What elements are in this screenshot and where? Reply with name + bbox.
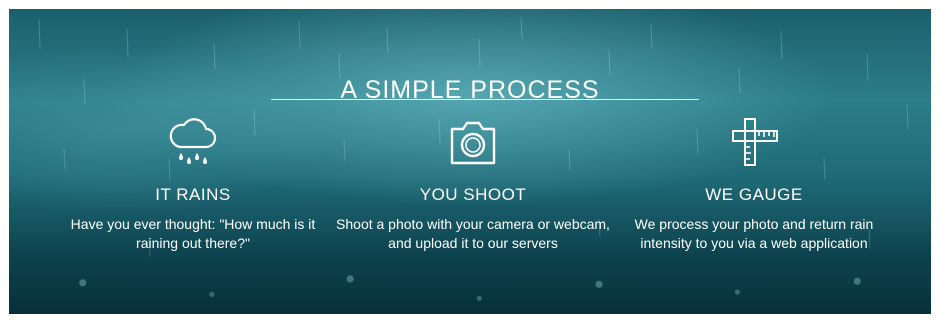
step-description: Have you ever thought: "How much is it r… — [70, 216, 316, 251]
cloud-rain-icon — [169, 118, 217, 164]
section-title: A SIMPLE PROCESS — [340, 75, 600, 104]
step-heading: WE GAUGE — [705, 185, 803, 204]
ruler-gauge-icon — [732, 118, 778, 166]
process-hero-banner: A SIMPLE PROCESS IT RAINS Have you ever … — [9, 9, 931, 314]
step-heading: YOU SHOOT — [419, 185, 527, 204]
camera-icon — [450, 121, 496, 165]
step-description: Shoot a photo with your camera or webcam… — [336, 216, 610, 251]
title-divider — [271, 99, 699, 100]
step-description: We process your photo and return rain in… — [634, 216, 874, 251]
step-heading: IT RAINS — [155, 185, 231, 204]
